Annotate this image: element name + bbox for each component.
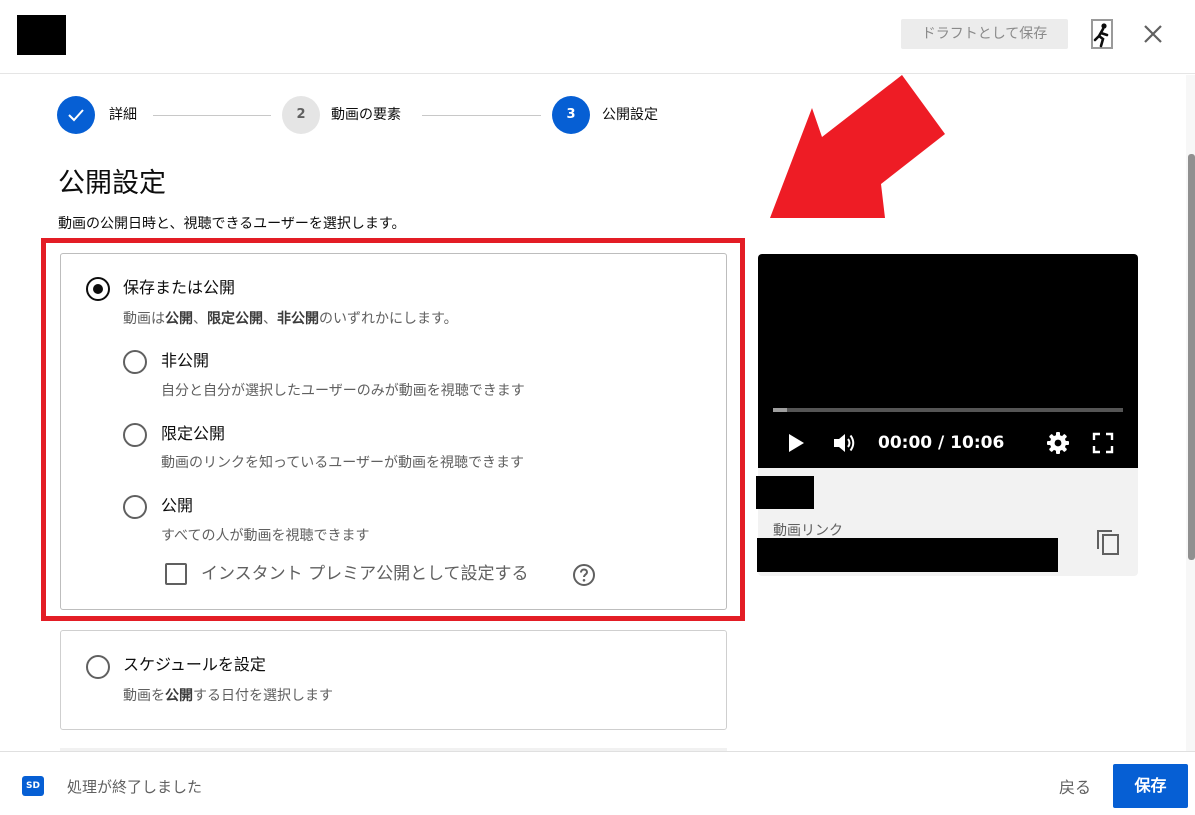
volume-icon[interactable]	[832, 431, 858, 455]
video-progress-fill	[773, 408, 787, 412]
video-progress-bar[interactable]	[773, 408, 1123, 412]
step-visibility-circle[interactable]: 3	[552, 96, 590, 134]
step-elements-circle[interactable]: 2	[282, 96, 320, 134]
copy-icon[interactable]	[1094, 527, 1122, 557]
dialog-footer: SD 処理が終了しました 戻る 保存	[0, 751, 1195, 815]
page-title: 公開設定	[58, 168, 166, 199]
page-subtitle: 動画の公開日時と、視聴できるユーザーを選択します。	[58, 216, 406, 232]
schedule-desc: 動画を公開する日付を選択します	[123, 688, 333, 704]
video-link-label: 動画リンク	[773, 523, 843, 539]
play-icon[interactable]	[787, 433, 805, 453]
step-details-circle[interactable]	[57, 96, 95, 134]
back-button[interactable]: 戻る	[1049, 772, 1101, 804]
schedule-card	[60, 630, 727, 730]
step-connector	[153, 115, 271, 116]
video-time: 00:00 / 10:06	[878, 433, 1005, 453]
processing-status: 処理が終了しました	[67, 778, 203, 796]
sd-badge: SD	[22, 776, 44, 796]
upload-dialog: ドラフトとして保存 詳細 2 動画の要素 3 公開設定 公開設定 動画の公開日時…	[0, 0, 1195, 815]
save-as-draft-button[interactable]: ドラフトとして保存	[901, 19, 1068, 49]
settings-icon[interactable]	[1046, 431, 1070, 455]
exit-icon[interactable]	[1089, 18, 1115, 50]
dialog-header: ドラフトとして保存	[0, 0, 1195, 74]
step-visibility-label[interactable]: 公開設定	[602, 105, 658, 125]
fullscreen-icon[interactable]	[1092, 432, 1114, 454]
check-icon	[68, 109, 84, 122]
annotation-arrow	[770, 75, 945, 218]
video-player[interactable]: 00:00 / 10:06	[758, 254, 1138, 468]
redacted-video-title	[17, 15, 66, 55]
redacted-video-link[interactable]	[757, 538, 1058, 572]
schedule-radio[interactable]	[86, 655, 110, 679]
close-icon[interactable]	[1141, 22, 1165, 46]
redacted-filename	[756, 476, 814, 509]
annotation-highlight-box	[41, 238, 745, 621]
scrollbar-thumb[interactable]	[1188, 154, 1195, 560]
schedule-title[interactable]: スケジュールを設定	[123, 654, 266, 676]
save-button[interactable]: 保存	[1113, 764, 1188, 808]
step-connector	[422, 115, 541, 116]
step-elements-label[interactable]: 動画の要素	[331, 105, 401, 125]
step-details-label[interactable]: 詳細	[109, 105, 137, 125]
